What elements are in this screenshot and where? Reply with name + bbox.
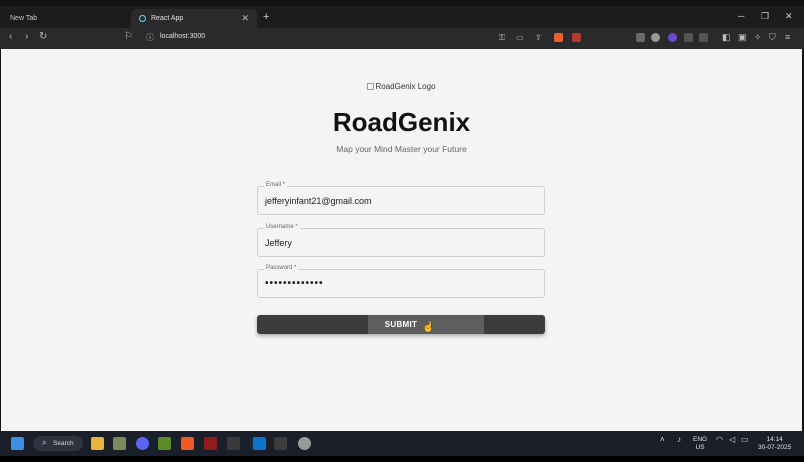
wallet-icon[interactable]: ▣	[738, 32, 747, 43]
search-label: Search	[53, 440, 74, 447]
close-window-button[interactable]: ✕	[785, 11, 793, 22]
browser-tab-strip: New Tab React App ✕ + ─ ❐ ✕	[0, 6, 804, 28]
email-label: Email *	[264, 182, 288, 188]
cast-icon[interactable]: ▭	[516, 33, 524, 42]
leo-icon[interactable]: ✧	[754, 32, 762, 43]
share-icon[interactable]: ⇪	[535, 33, 542, 42]
show-hidden-icons-icon[interactable]: ˄	[660, 436, 665, 444]
bottom-border	[0, 456, 804, 462]
close-tab-icon[interactable]: ✕	[241, 13, 249, 24]
region-code: US	[695, 444, 705, 451]
tab-new-tab[interactable]: New Tab	[2, 9, 128, 28]
react-favicon-icon	[139, 15, 146, 22]
extension-icon[interactable]	[636, 33, 645, 42]
clock-time: 14:14	[766, 436, 783, 443]
tab-label: React App	[151, 15, 184, 22]
menu-icon[interactable]: ≡	[785, 32, 790, 42]
extension-icon[interactable]	[668, 33, 677, 42]
notepad-icon[interactable]	[113, 437, 126, 450]
bookmark-icon[interactable]: ⚐	[124, 31, 133, 42]
submit-button[interactable]: SUBMIT	[257, 315, 545, 334]
terminal-icon[interactable]	[274, 437, 287, 450]
minimize-button[interactable]: ─	[738, 11, 744, 21]
url-text[interactable]: localhost:3000	[160, 33, 205, 40]
broken-image-icon	[367, 83, 375, 90]
password-field[interactable]: Password * •••••••••••••	[257, 265, 545, 298]
page-tagline: Map your Mind Master your Future	[336, 144, 467, 154]
submit-label: SUBMIT	[384, 320, 418, 329]
vscode-icon[interactable]	[253, 437, 266, 450]
clock-date: 30-07-2025	[758, 444, 792, 451]
email-field[interactable]: Email * jefferyinfant21@gmail.com	[257, 182, 545, 215]
language-code: ENG	[693, 436, 708, 443]
volume-icon[interactable]: ◁	[729, 436, 735, 444]
rewards-icon[interactable]	[572, 33, 581, 42]
search-icon: ⌕	[42, 438, 47, 447]
password-value[interactable]: •••••••••••••	[265, 278, 324, 289]
windows-start-icon[interactable]	[11, 437, 24, 450]
wifi-icon[interactable]: ◠	[716, 436, 723, 444]
battery-icon[interactable]: ▭	[741, 436, 749, 444]
extension-icon[interactable]	[684, 33, 693, 42]
email-value[interactable]: jefferyinfant21@gmail.com	[265, 196, 372, 206]
page-title: RoadGenix	[332, 107, 471, 137]
language-indicator[interactable]: ENG US	[693, 436, 707, 452]
restore-button[interactable]: ❐	[761, 11, 769, 22]
site-info-icon[interactable]: ⓘ	[146, 32, 154, 43]
back-icon[interactable]: ‹	[9, 31, 12, 42]
browser-toolbar: ‹ › ↻ ⚐ ⓘ localhost:3000 ⚿ ▭ ⇪ ◧ ▣ ✧ ⛉ ≡	[0, 28, 804, 49]
logo-image: RoadGenix Logo	[1, 82, 802, 91]
username-value[interactable]: Jeffery	[265, 238, 292, 248]
password-label: Password *	[264, 265, 299, 271]
new-tab-button[interactable]: +	[263, 11, 269, 23]
clock[interactable]: 14:14 30-07-2025	[758, 436, 791, 452]
username-field[interactable]: Username * Jeffery	[257, 224, 545, 257]
forward-icon[interactable]: ›	[25, 31, 28, 42]
key-icon[interactable]: ⚿	[499, 33, 505, 43]
extension-icon[interactable]	[651, 33, 660, 42]
app-icon[interactable]	[227, 437, 240, 450]
app-icon[interactable]	[298, 437, 311, 450]
hand-cursor-icon: ☝	[422, 322, 435, 333]
vpn-icon[interactable]: ⛉	[769, 32, 776, 43]
tab-react-app[interactable]: React App ✕	[131, 9, 257, 28]
brave-shield-icon[interactable]	[554, 33, 563, 42]
logo-alt-text: RoadGenix Logo	[375, 82, 436, 91]
username-label: Username *	[264, 224, 300, 230]
netflix-icon[interactable]	[204, 437, 217, 450]
brave-browser-icon[interactable]	[181, 437, 194, 450]
file-explorer-icon[interactable]	[91, 437, 104, 450]
tab-label: New Tab	[10, 15, 38, 22]
discord-icon[interactable]	[136, 437, 149, 450]
taskbar-search[interactable]: ⌕ Search	[33, 436, 83, 451]
minecraft-icon[interactable]	[158, 437, 171, 450]
taskbar: ⌕ Search ˄ ♪ ENG US ◠ ◁ ▭ 14:14 30-07-20…	[0, 431, 804, 456]
extension-icon[interactable]	[699, 33, 708, 42]
sidebar-icon[interactable]: ◧	[722, 32, 731, 43]
microphone-icon[interactable]: ♪	[677, 436, 681, 444]
screen: New Tab React App ✕ + ─ ❐ ✕ ‹ › ↻ ⚐ ⓘ lo…	[0, 0, 804, 462]
page-viewport: RoadGenix Logo RoadGenix Map your Mind M…	[1, 49, 802, 431]
reload-icon[interactable]: ↻	[39, 31, 47, 42]
